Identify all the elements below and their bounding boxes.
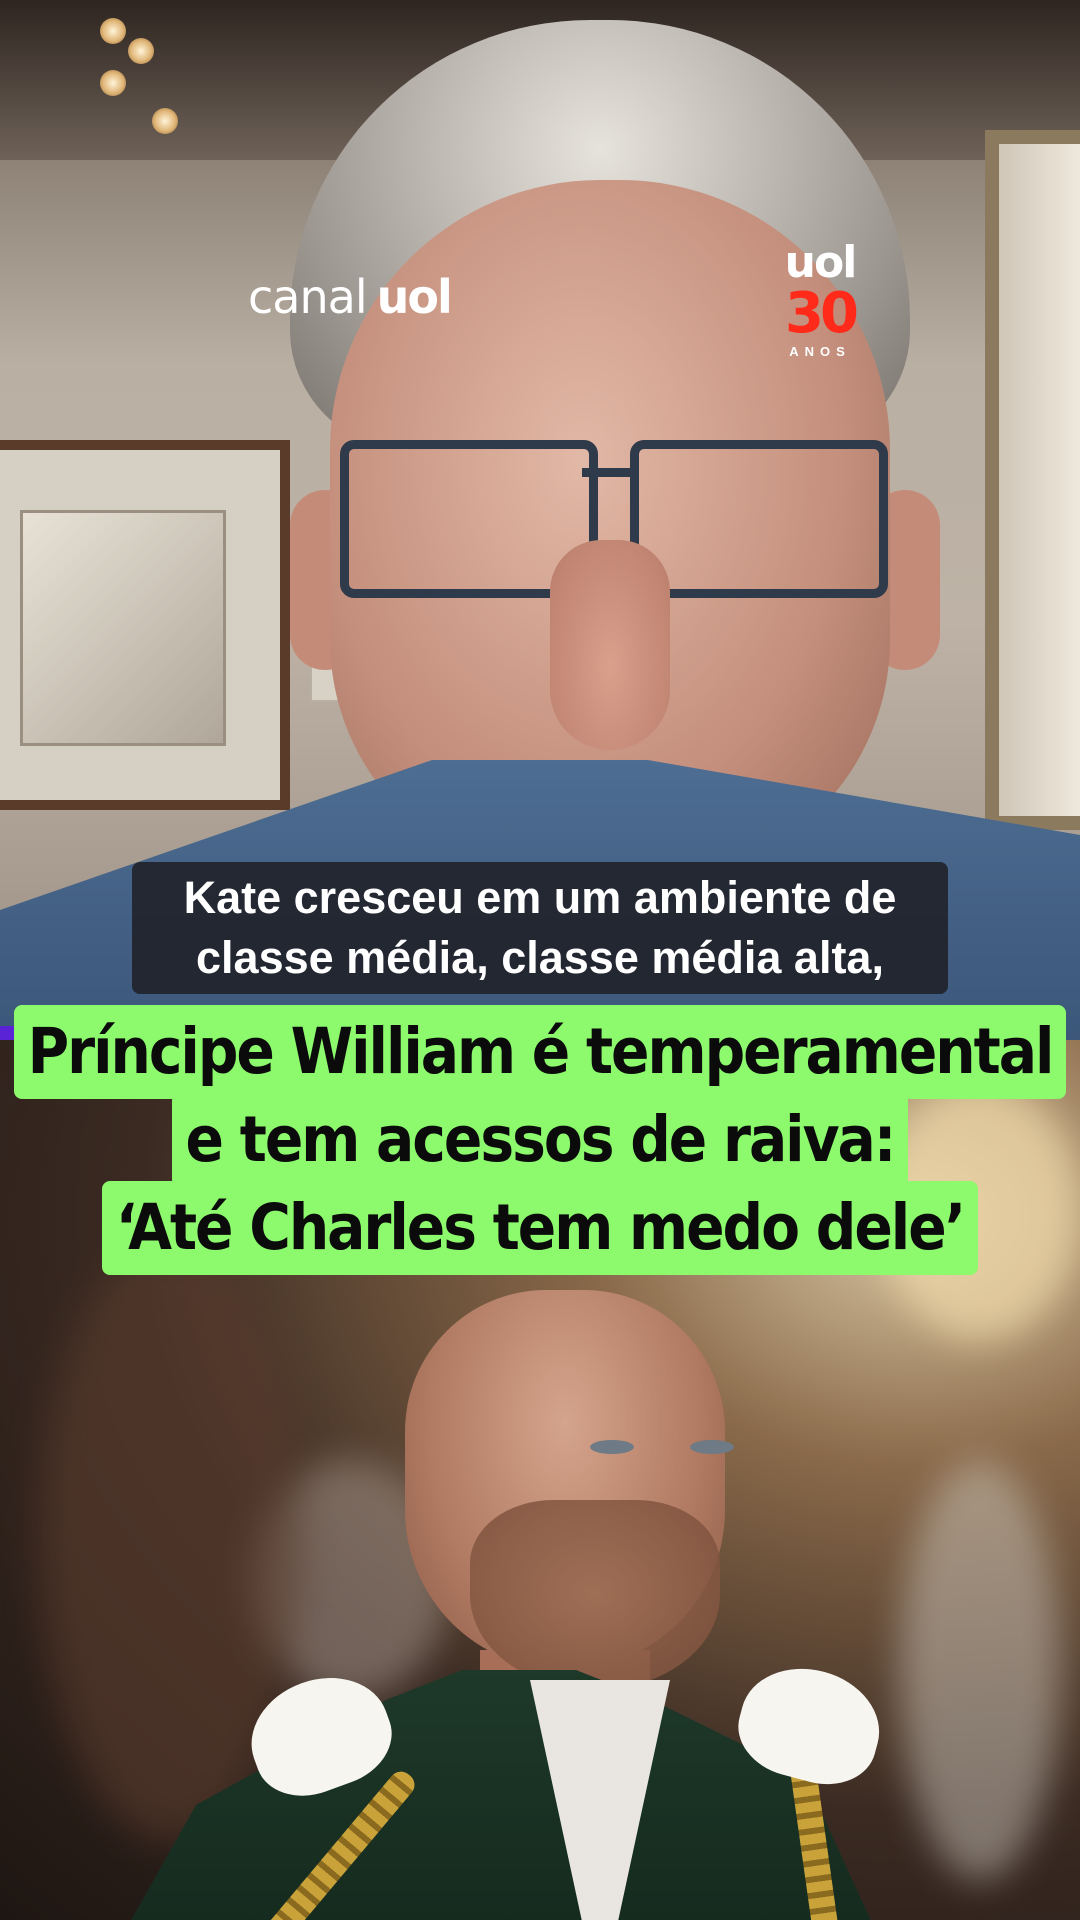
ceiling-lamp-icon — [100, 18, 126, 44]
headline-line-1: Príncipe William é temperamental — [13, 1005, 1067, 1099]
bokeh-figure — [900, 1460, 1060, 1880]
william-eye — [590, 1440, 634, 1454]
headline: Príncipe William é temperamental e tem a… — [0, 1005, 1080, 1275]
subtitle-line-1: Kate cresceu em um ambiente de — [183, 872, 897, 923]
headline-line-2: e tem acessos de raiva: — [171, 1093, 909, 1187]
subtitle-line-2: classe média, classe média alta, — [196, 932, 884, 983]
video-subtitle: Kate cresceu em um ambiente de classe mé… — [132, 862, 948, 994]
canal-uol-logo: canal uol — [248, 270, 453, 330]
interview-video-frame[interactable]: canal uol uol 30 ANOS Kate cresceu em um… — [0, 0, 1080, 1040]
headline-line-3: ‘Até Charles tem medo dele’ — [101, 1181, 979, 1275]
wall-mirror — [985, 130, 1080, 830]
glasses-lens — [630, 440, 888, 598]
uol-30-anos-logo: uol 30 ANOS — [770, 237, 870, 360]
uol-logo-text: uol — [784, 237, 858, 288]
anniversary-number: 30 — [785, 281, 859, 346]
william-eye — [690, 1440, 734, 1454]
glasses-bridge — [582, 468, 634, 477]
ceiling-lamp-icon — [152, 108, 178, 134]
logo-word-uol: uol — [376, 270, 453, 324]
interviewee-nose — [550, 540, 670, 750]
logo-word-canal: canal — [248, 270, 368, 324]
anniversary-label: ANOS — [789, 344, 851, 359]
ceiling-lamp-icon — [128, 38, 154, 64]
ceiling-lamp-icon — [100, 70, 126, 96]
william-beard — [470, 1500, 720, 1690]
wall-picture-frame — [0, 440, 290, 810]
wall-picture-art — [20, 510, 226, 746]
